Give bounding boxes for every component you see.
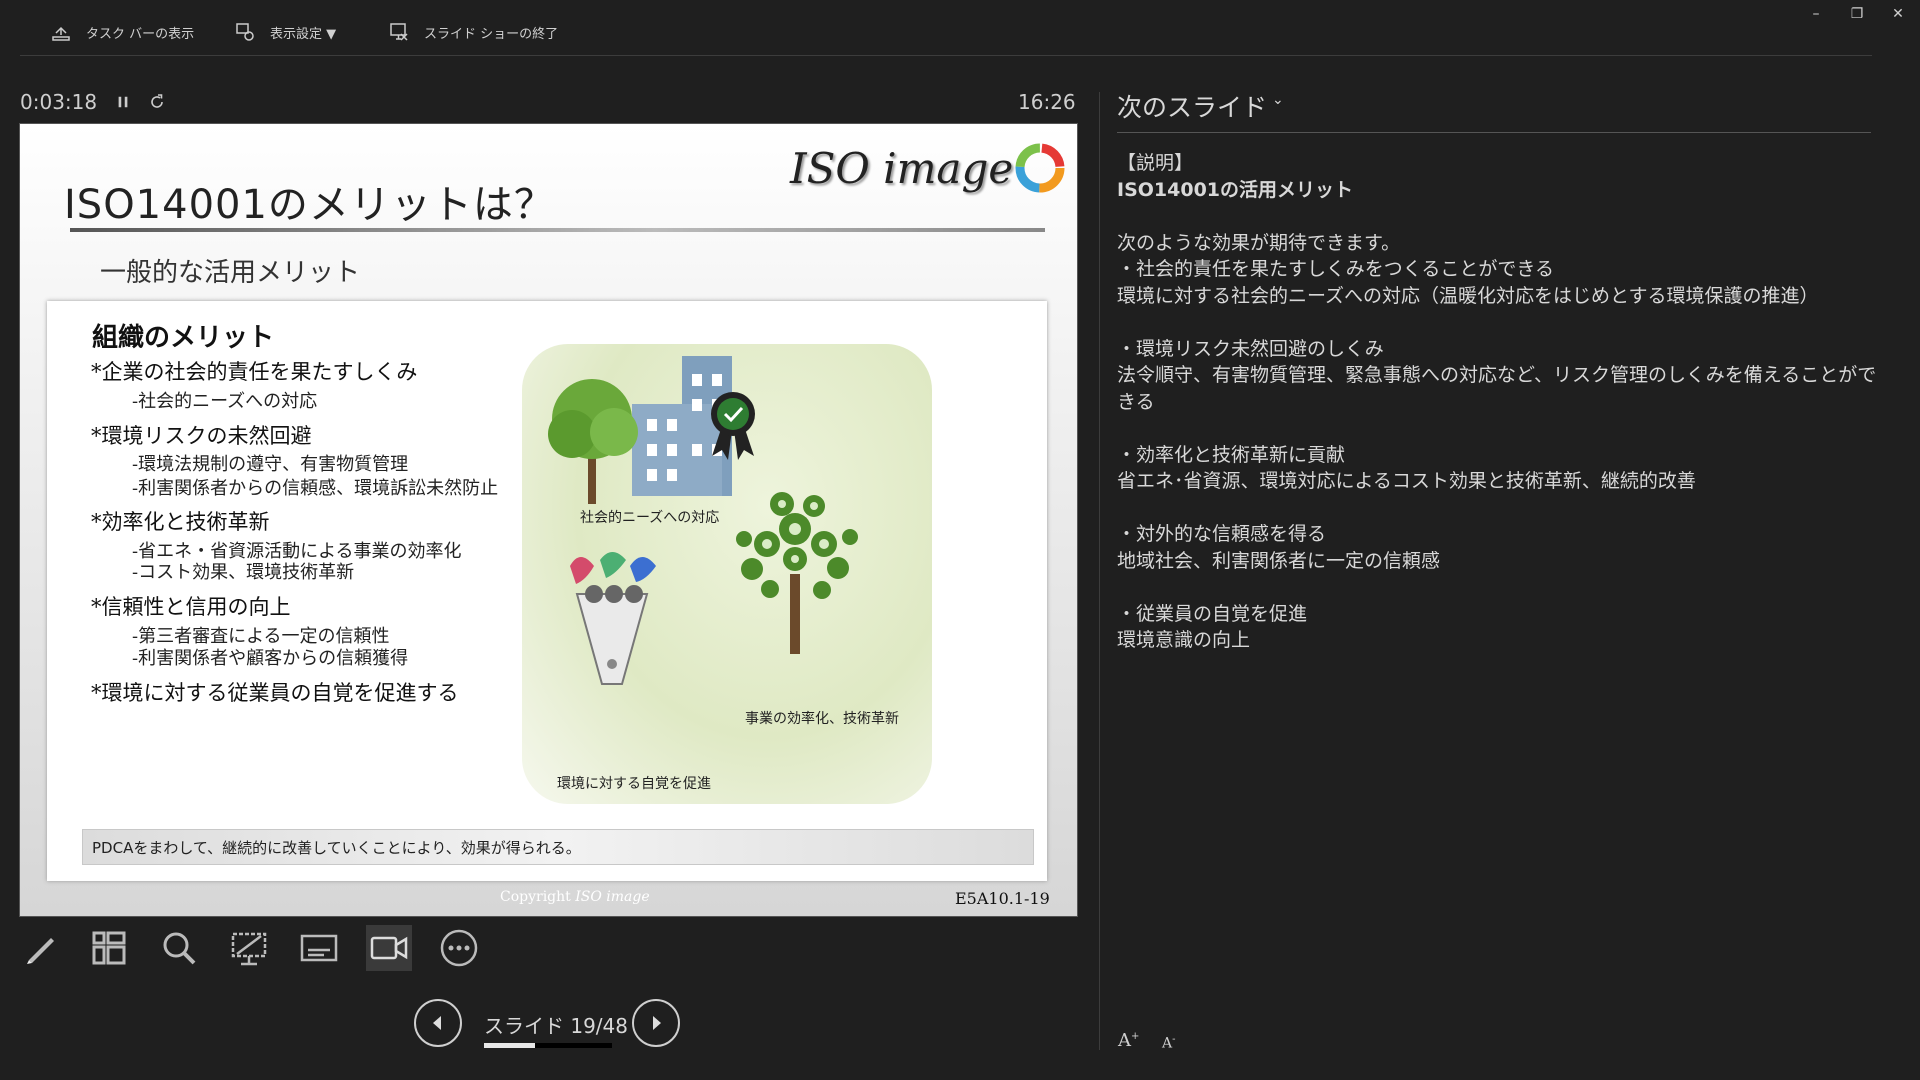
note-line: 次のような効果が期待できます。 — [1117, 231, 1401, 254]
note-line — [1117, 415, 1877, 442]
camera-icon — [370, 936, 408, 960]
merit-item: *環境リスクの未然回避 — [91, 424, 312, 448]
minimize-icon: – — [1812, 6, 1820, 22]
note-line — [1117, 574, 1877, 601]
more-options-icon — [440, 929, 478, 967]
restore-button[interactable]: ❐ — [1837, 2, 1877, 26]
note-line: ISO14001の活用メリット — [1117, 178, 1354, 201]
note-line: 法令順守、有害物質管理、緊急事態への対応など、リスク管理のしくみを備えることがで… — [1117, 364, 1877, 413]
restore-icon: ❐ — [1850, 6, 1864, 22]
pause-icon[interactable] — [112, 91, 134, 113]
previous-slide-button[interactable] — [414, 999, 462, 1047]
merit-sub: -社会的ニーズへの対応 — [132, 391, 318, 412]
merit-sub: -利害関係者や顧客からの信頼獲得 — [132, 648, 409, 669]
laser-pointer-icon — [231, 932, 267, 966]
taskbar-icon — [52, 26, 70, 41]
merit-sub: -環境法規制の遵守、有害物質管理 — [132, 454, 409, 475]
slide-counter: スライド 19/48 — [484, 1014, 628, 1038]
chevron-down-icon[interactable]: ⌄ — [1272, 92, 1284, 108]
next-slide-header[interactable]: 次のスライド — [1117, 88, 1267, 124]
caption-efficiency: 事業の効率化、技術革新 — [745, 711, 899, 727]
more-options-button[interactable] — [436, 925, 482, 971]
notes-rule — [1117, 132, 1871, 133]
caption-awareness: 環境に対する自覚を促進 — [557, 776, 711, 792]
zoom-button[interactable] — [156, 925, 202, 971]
slide-subtitle: 一般的な活用メリット — [100, 258, 361, 288]
end-slideshow-button[interactable]: スライド ショーの終了 — [388, 18, 558, 46]
toolbar-divider — [20, 55, 1872, 56]
copyright-brand: ISO image — [575, 889, 650, 905]
note-line: 環境意識の向上 — [1117, 629, 1251, 651]
current-slide: ISO14001のメリットは？ ISO image 一般的な活用メリット 組織の… — [19, 123, 1078, 917]
title-rule — [70, 228, 1045, 232]
subtitles-icon — [300, 934, 338, 962]
pen-tool-button[interactable] — [18, 925, 64, 971]
restart-icon[interactable] — [146, 91, 168, 113]
all-slides-icon — [92, 931, 126, 965]
illustration-graphics — [548, 356, 858, 685]
display-settings-label: 表示設定 ▼ — [270, 26, 337, 42]
section-heading: 組織のメリット — [92, 323, 275, 353]
elapsed-timer: 0:03:18 — [20, 90, 98, 114]
pen-icon — [27, 938, 54, 964]
end-slideshow-label: スライド ショーの終了 — [424, 26, 559, 42]
decrease-font-button[interactable]: A- — [1162, 1034, 1176, 1052]
previous-icon — [433, 1016, 441, 1030]
merit-sub: -コスト効果、環境技術革新 — [132, 562, 355, 583]
font-increase-icon: A — [1118, 1030, 1131, 1051]
note-line — [1117, 203, 1877, 230]
iso-image-logo: ISO image — [790, 134, 1070, 219]
note-line — [1117, 495, 1877, 522]
merit-item: *信頼性と信用の向上 — [91, 595, 291, 619]
note-line: ・効率化と技術革新に貢献 — [1117, 443, 1346, 466]
display-settings-button[interactable]: 表示設定 ▼ — [234, 18, 336, 46]
see-all-slides-button[interactable] — [86, 925, 132, 971]
display-settings-icon — [236, 23, 254, 41]
close-button[interactable]: ✕ — [1878, 2, 1918, 26]
increase-font-button[interactable]: A+ — [1118, 1030, 1139, 1051]
end-slideshow-icon — [390, 23, 408, 41]
font-decrease-icon: A — [1162, 1035, 1173, 1052]
ring-logo-icon — [1015, 143, 1065, 193]
show-taskbar-button[interactable]: タスク バーの表示 — [50, 18, 194, 46]
close-icon: ✕ — [1892, 6, 1904, 22]
note-line: ・従業員の自覚を促進 — [1117, 602, 1308, 625]
copyright-label: Copyright — [500, 889, 571, 905]
current-time: 16:26 — [1018, 90, 1076, 114]
pdca-bar: PDCAをまわして、継続的に改善していくことにより、効果が得られる。 — [82, 829, 1034, 865]
merit-item: *効率化と技術革新 — [91, 510, 270, 534]
note-line: ・社会的責任を果たすしくみをつくることができる — [1117, 258, 1555, 280]
speaker-notes[interactable]: 【説明】 ISO14001の活用メリット 次のような効果が期待できます。・社会的責… — [1117, 150, 1877, 654]
subtitles-button[interactable] — [296, 925, 342, 971]
show-taskbar-label: タスク バーの表示 — [86, 26, 195, 42]
note-line: ・環境リスク未然回避のしくみ — [1117, 337, 1384, 360]
next-slide-button[interactable] — [632, 999, 680, 1047]
merit-sub: -利害関係者からの信頼感、環境訴訟未然防止 — [132, 478, 499, 499]
slide-title: ISO14001のメリットは？ — [64, 182, 555, 228]
panel-divider — [1099, 92, 1100, 1050]
note-line: 【説明】 — [1117, 152, 1194, 174]
minimize-button[interactable]: – — [1796, 2, 1836, 26]
caption-social-needs: 社会的ニーズへの対応 — [580, 510, 720, 526]
note-line: 環境に対する社会的ニーズへの対応（温暖化対応をはじめとする環境保護の推進） — [1117, 284, 1819, 307]
black-screen-button[interactable] — [226, 925, 272, 971]
copyright: Copyright ISO image — [500, 889, 650, 905]
merit-panel: 組織のメリット *企業の社会的責任を果たすしくみ -社会的ニーズへの対応 *環境… — [47, 301, 1047, 881]
note-line — [1117, 309, 1877, 336]
merit-illustration: 社会的ニーズへの対応 事業の効率化、技術革新 環境に対する自覚を促進 — [522, 344, 932, 804]
camera-toggle-button[interactable] — [366, 925, 412, 971]
slide-code: E5A10.1-19 — [955, 889, 1050, 908]
merit-item: *企業の社会的責任を果たすしくみ — [91, 360, 418, 384]
slide-progress-fill — [484, 1043, 535, 1048]
merit-item: *環境に対する従業員の自覚を促進する — [91, 681, 459, 705]
note-line: ・対外的な信頼感を得る — [1117, 523, 1327, 545]
slide-progress-bar[interactable] — [484, 1043, 612, 1048]
zoom-icon — [163, 932, 196, 965]
next-icon — [653, 1016, 661, 1030]
note-line: 省エネ･省資源、環境対応によるコスト効果と技術革新、継続的改善 — [1117, 470, 1696, 492]
note-line: 地域社会、利害関係者に一定の信頼感 — [1117, 549, 1441, 572]
